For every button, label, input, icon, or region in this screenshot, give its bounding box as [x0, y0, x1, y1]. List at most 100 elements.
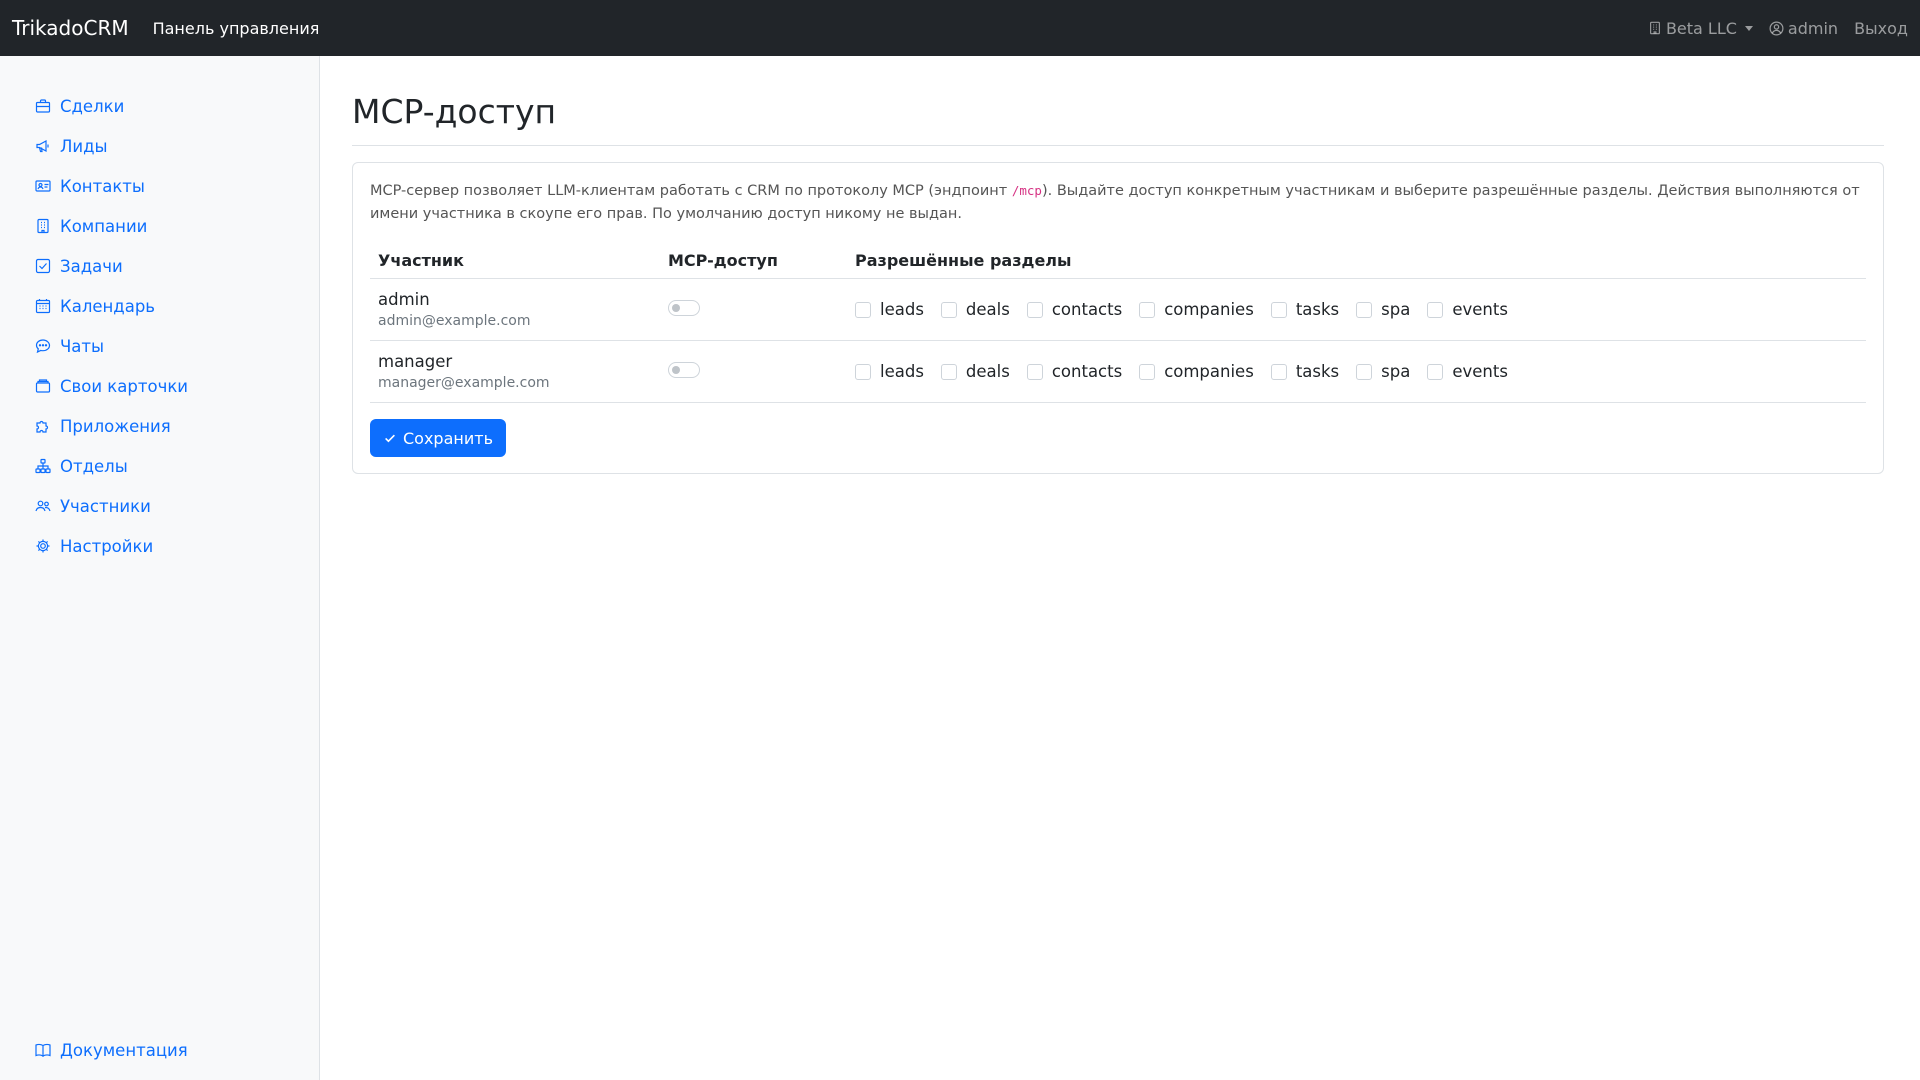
- company-name: Beta LLC: [1665, 18, 1737, 38]
- page-title: MCP-доступ: [352, 92, 1884, 146]
- section-checkbox-spa[interactable]: spa: [1356, 362, 1410, 381]
- calendar-icon: [35, 298, 51, 314]
- navbar-right: Beta LLC admin Выход: [1648, 19, 1908, 38]
- sidebar-footer: Документация: [0, 1030, 319, 1070]
- checkbox-label: spa: [1381, 362, 1411, 381]
- user-name: manager: [378, 352, 453, 371]
- mcp-cell: [660, 340, 847, 403]
- user-email: manager@example.com: [378, 375, 550, 391]
- checkbox[interactable]: [1270, 301, 1287, 318]
- checkbox[interactable]: [1026, 363, 1043, 380]
- sidebar-item-label: Участники: [60, 496, 151, 516]
- checkbox[interactable]: [1356, 363, 1373, 380]
- checkbox[interactable]: [1356, 301, 1373, 318]
- checkbox-label: deals: [965, 300, 1010, 319]
- diagram-icon: [35, 458, 51, 474]
- puzzle-icon: [35, 418, 51, 434]
- sidebar-item-settings[interactable]: Настройки: [0, 526, 319, 566]
- save-button[interactable]: Сохранить: [370, 419, 506, 457]
- sidebar-item-deals[interactable]: Сделки: [0, 86, 319, 126]
- checkbox-label: tasks: [1295, 300, 1340, 319]
- section-checkbox-tasks[interactable]: tasks: [1270, 362, 1339, 381]
- checkbox-label: contacts: [1051, 300, 1123, 319]
- sidebar-item-label: Лиды: [60, 136, 108, 156]
- section-checkbox-deals[interactable]: deals: [940, 300, 1010, 319]
- sidebar-item-label: Задачи: [60, 256, 123, 276]
- sidebar-item-departments[interactable]: Отделы: [0, 446, 319, 486]
- checkbox[interactable]: [855, 363, 871, 380]
- section-checkbox-leads[interactable]: leads: [855, 362, 924, 381]
- toggle-knob: [672, 365, 680, 374]
- mcp-access-toggle[interactable]: [668, 299, 700, 316]
- checkbox-label: companies: [1164, 362, 1254, 381]
- section-checkbox-companies[interactable]: companies: [1139, 300, 1254, 319]
- company-dropdown[interactable]: Beta LLC: [1648, 19, 1753, 38]
- check-square-icon: [35, 258, 51, 274]
- section-checkbox-contacts[interactable]: contacts: [1026, 300, 1123, 319]
- mcp-access-card: MCP-сервер позволяет LLM-клиентам работа…: [352, 162, 1884, 474]
- checkbox-label: spa: [1381, 300, 1411, 319]
- check-icon: [385, 434, 395, 443]
- sidebar-item-label: Компании: [60, 216, 148, 236]
- checkbox[interactable]: [1139, 363, 1156, 380]
- brand-logo[interactable]: TrikadoCRM: [12, 16, 129, 40]
- checkbox[interactable]: [1270, 363, 1287, 380]
- folder-icon: [35, 378, 51, 394]
- sidebar-item-label: Отделы: [60, 456, 128, 476]
- section-checkbox-deals[interactable]: deals: [940, 362, 1010, 381]
- description-text: MCP-сервер позволяет LLM-клиентам работа…: [370, 183, 1860, 222]
- checkbox[interactable]: [940, 301, 957, 318]
- column-header-mcp: MCP-доступ: [660, 243, 847, 279]
- user-name: admin: [378, 290, 430, 309]
- checkbox[interactable]: [1026, 301, 1043, 318]
- mcp-access-toggle[interactable]: [668, 361, 700, 378]
- dashboard-link[interactable]: Панель управления: [153, 19, 320, 38]
- sidebar-item-apps[interactable]: Приложения: [0, 406, 319, 446]
- checkbox[interactable]: [1427, 301, 1444, 318]
- user-email: admin@example.com: [378, 313, 531, 329]
- building-icon: [35, 218, 51, 234]
- section-checkbox-companies[interactable]: companies: [1139, 362, 1254, 381]
- user-cell: admin admin@example.com: [370, 278, 660, 341]
- checkbox[interactable]: [1139, 301, 1156, 318]
- section-checkbox-events[interactable]: events: [1427, 362, 1508, 381]
- checkbox[interactable]: [1427, 363, 1444, 380]
- endpoint-code: /mcp: [1011, 183, 1042, 198]
- checkbox-label: leads: [880, 362, 924, 381]
- section-checkbox-spa[interactable]: spa: [1356, 300, 1410, 319]
- main-content: MCP-доступ MCP-сервер позволяет LLM-клие…: [352, 56, 1884, 474]
- checkbox-label: companies: [1164, 300, 1254, 319]
- sidebar-item-label: Календарь: [60, 296, 156, 316]
- user-menu[interactable]: admin: [1769, 19, 1838, 38]
- sidebar-item-tasks[interactable]: Задачи: [0, 246, 319, 286]
- sidebar-item-members[interactable]: Участники: [0, 486, 319, 526]
- table-row: manager manager@example.com leads deals …: [370, 340, 1866, 403]
- sidebar-item-docs[interactable]: Документация: [0, 1030, 319, 1070]
- sidebar-item-contacts[interactable]: Контакты: [0, 166, 319, 206]
- mcp-cell: [660, 278, 847, 341]
- section-checkbox-events[interactable]: events: [1427, 300, 1508, 319]
- table-header-row: Участник MCP-доступ Разрешённые разделы: [370, 243, 1866, 279]
- sidebar-item-label: Сделки: [60, 96, 125, 116]
- building-icon: [1649, 21, 1660, 35]
- sidebar-item-leads[interactable]: Лиды: [0, 126, 319, 166]
- access-table: Участник MCP-доступ Разрешённые разделы …: [370, 243, 1866, 403]
- sections-checkboxes: leads deals contacts companies tasks spa…: [855, 362, 1858, 381]
- sidebar-item-calendar[interactable]: Календарь: [0, 286, 319, 326]
- sidebar: Сделки Лиды Контакты Компании Задачи Кал…: [0, 56, 320, 1080]
- section-checkbox-contacts[interactable]: contacts: [1026, 362, 1123, 381]
- section-checkbox-leads[interactable]: leads: [855, 300, 924, 319]
- book-icon: [35, 1042, 51, 1058]
- sidebar-item-chats[interactable]: Чаты: [0, 326, 319, 366]
- sections-checkboxes: leads deals contacts companies tasks spa…: [855, 300, 1858, 319]
- logout-link[interactable]: Выход: [1854, 19, 1908, 38]
- checkbox-label: contacts: [1051, 362, 1123, 381]
- sidebar-item-companies[interactable]: Компании: [0, 206, 319, 246]
- checkbox[interactable]: [940, 363, 957, 380]
- sidebar-item-custom-cards[interactable]: Свои карточки: [0, 366, 319, 406]
- top-navbar: TrikadoCRM Панель управления Beta LLC ad…: [0, 0, 1920, 56]
- checkbox[interactable]: [855, 301, 871, 318]
- sidebar-item-label: Приложения: [60, 416, 171, 436]
- gear-icon: [35, 538, 51, 554]
- section-checkbox-tasks[interactable]: tasks: [1270, 300, 1340, 319]
